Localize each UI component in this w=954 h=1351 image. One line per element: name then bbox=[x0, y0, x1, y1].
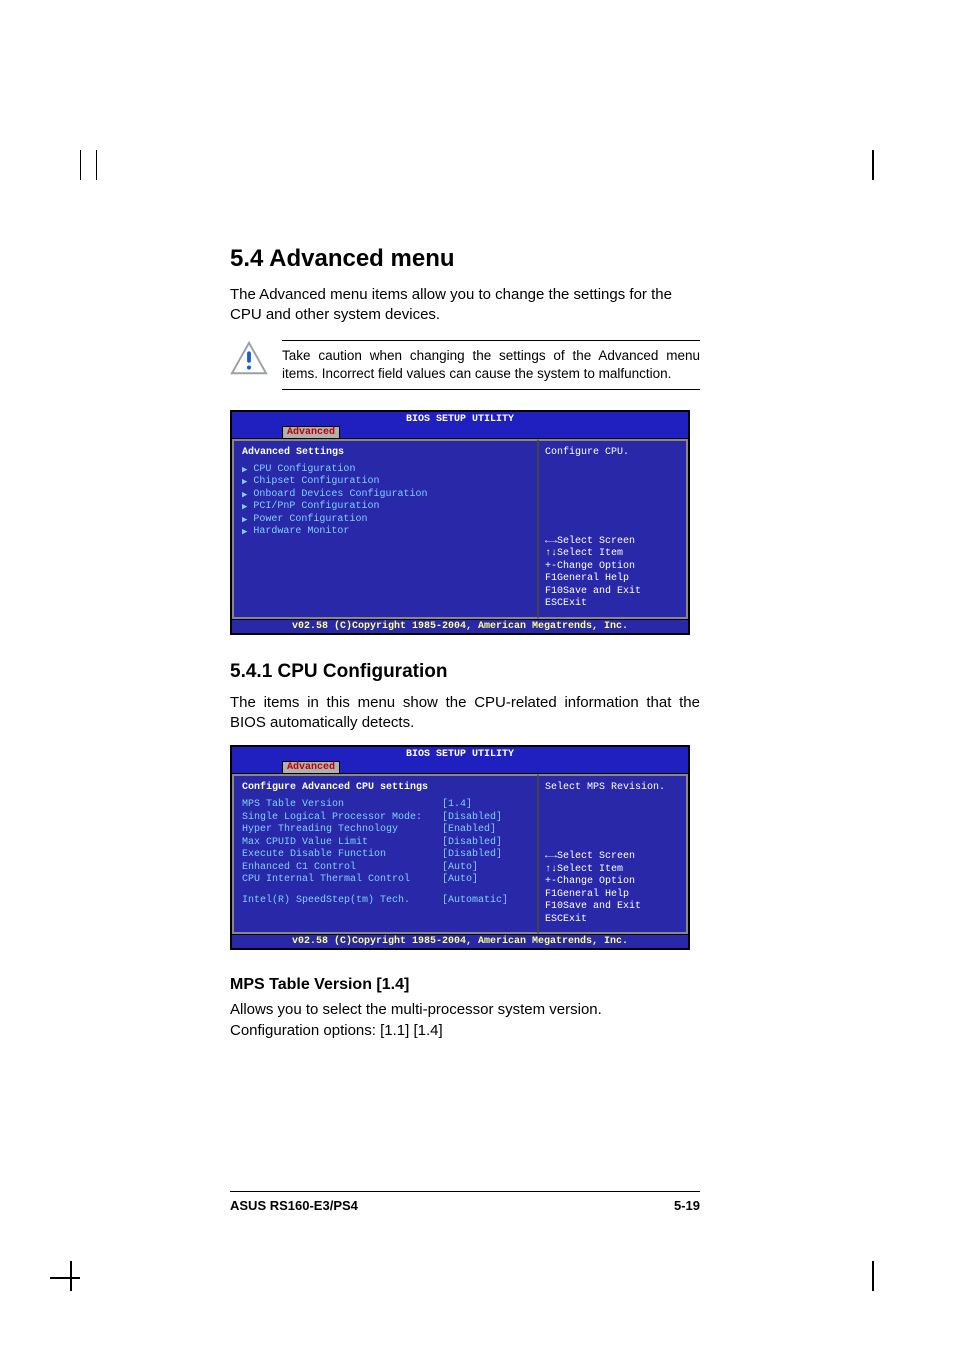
bios-menu-label: Hardware Monitor bbox=[253, 526, 349, 539]
bios-footer: v02.58 (C)Copyright 1985-2004, American … bbox=[232, 619, 688, 633]
bios-nav-row: F10 Save and Exit bbox=[545, 901, 680, 914]
bios-setting-row: Max CPUID Value Limit[Disabled] bbox=[242, 837, 529, 850]
bios-nav-row: ↑↓ Select Item bbox=[545, 548, 680, 561]
caution-text: Take caution when changing the settings … bbox=[282, 340, 700, 390]
bios-menu-item: ▶ Chipset Configuration bbox=[242, 476, 529, 489]
bios-menu-item: ▶ Power Configuration bbox=[242, 514, 529, 527]
bios-nav-hints: ←→ Select Screen ↑↓ Select Item +- Chang… bbox=[545, 536, 680, 611]
bios-body: Advanced Settings ▶ CPU Configuration ▶ Ch… bbox=[232, 438, 688, 619]
bios-screen-cpu-config: BIOS SETUP UTILITY Advanced Configure Ad… bbox=[230, 745, 690, 950]
bios-menu-label: Chipset Configuration bbox=[253, 476, 379, 489]
spacer bbox=[242, 887, 529, 895]
param-heading: MPS Table Version [1.4] bbox=[230, 976, 700, 994]
bios-titlebar: BIOS SETUP UTILITY Advanced bbox=[232, 747, 688, 773]
section-intro: The Advanced menu items allow you to cha… bbox=[230, 285, 700, 326]
bios-menu-label: Power Configuration bbox=[253, 514, 367, 527]
bios-setting-row: CPU Internal Thermal Control[Auto] bbox=[242, 874, 529, 887]
bios-screen-advanced: BIOS SETUP UTILITY Advanced Advanced Set… bbox=[230, 410, 690, 635]
bios-nav-row: ESC Exit bbox=[545, 598, 680, 611]
page: 5.4 Advanced menu The Advanced menu item… bbox=[0, 0, 954, 1351]
chevron-right-icon: ▶ bbox=[242, 502, 247, 513]
bios-tab-advanced: Advanced bbox=[282, 761, 340, 773]
crop-mark bbox=[80, 150, 81, 180]
footer-page-number: 5-19 bbox=[674, 1198, 700, 1213]
bios-panel-header: Advanced Settings bbox=[242, 447, 529, 458]
bios-nav-row: ←→ Select Screen bbox=[545, 536, 680, 549]
bios-setting-row: Single Logical Processor Mode:[Disabled] bbox=[242, 812, 529, 825]
bios-tab-advanced: Advanced bbox=[282, 426, 340, 438]
bios-nav-row: +- Change Option bbox=[545, 876, 680, 889]
bios-menu-label: PCI/PnP Configuration bbox=[253, 501, 379, 514]
crop-mark bbox=[96, 150, 97, 180]
bios-setting-row: MPS Table Version[1.4] bbox=[242, 799, 529, 812]
bios-body: Configure Advanced CPU settings MPS Tabl… bbox=[232, 773, 688, 934]
bios-setting-row: Enhanced C1 Control[Auto] bbox=[242, 862, 529, 875]
bios-panel-header: Configure Advanced CPU settings bbox=[242, 782, 529, 793]
bios-menu-item: ▶ Hardware Monitor bbox=[242, 526, 529, 539]
bios-menu-item: ▶ Onboard Devices Configuration bbox=[242, 489, 529, 502]
bios-titlebar: BIOS SETUP UTILITY Advanced bbox=[232, 412, 688, 438]
chevron-right-icon: ▶ bbox=[242, 527, 247, 538]
bios-title: BIOS SETUP UTILITY bbox=[232, 414, 688, 425]
bios-left-panel: Configure Advanced CPU settings MPS Tabl… bbox=[232, 774, 538, 934]
bios-footer: v02.58 (C)Copyright 1985-2004, American … bbox=[232, 934, 688, 948]
crop-mark bbox=[872, 1261, 874, 1291]
content-area: 5.4 Advanced menu The Advanced menu item… bbox=[230, 245, 700, 1041]
bios-setting-row: Execute Disable Function[Disabled] bbox=[242, 849, 529, 862]
bios-nav-row: ↑↓ Select Item bbox=[545, 864, 680, 877]
bios-setting-row: Intel(R) SpeedStep(tm) Tech.[Automatic] bbox=[242, 895, 529, 908]
bios-menu-label: CPU Configuration bbox=[253, 464, 355, 477]
bios-nav-row: F1 General Help bbox=[545, 889, 680, 902]
bios-menu-item: ▶ CPU Configuration bbox=[242, 464, 529, 477]
bios-left-panel: Advanced Settings ▶ CPU Configuration ▶ Ch… bbox=[232, 439, 538, 619]
page-footer: ASUS RS160-E3/PS4 5-19 bbox=[230, 1191, 700, 1213]
chevron-right-icon: ▶ bbox=[242, 465, 247, 476]
caution-icon bbox=[230, 340, 268, 378]
param-desc-line2: Configuration options: [1.1] [1.4] bbox=[230, 1021, 700, 1041]
bios-nav-row: F10 Save and Exit bbox=[545, 586, 680, 599]
crop-mark bbox=[70, 1261, 72, 1291]
chevron-right-icon: ▶ bbox=[242, 477, 247, 488]
bios-nav-row: ESC Exit bbox=[545, 914, 680, 927]
bios-nav-row: +- Change Option bbox=[545, 561, 680, 574]
bios-title: BIOS SETUP UTILITY bbox=[232, 749, 688, 760]
bios-setting-row: Hyper Threading Technology[Enabled] bbox=[242, 824, 529, 837]
bios-menu-label: Onboard Devices Configuration bbox=[253, 489, 427, 502]
caution-block: Take caution when changing the settings … bbox=[230, 340, 700, 390]
bios-help-text: Configure CPU. bbox=[545, 447, 680, 460]
bios-right-panel: Configure CPU. ←→ Select Screen ↑↓ Selec… bbox=[538, 439, 688, 619]
subsection-text: The items in this menu show the CPU-rela… bbox=[230, 693, 700, 734]
subsection-heading: 5.4.1 CPU Configuration bbox=[230, 661, 700, 683]
bios-nav-hints: ←→ Select Screen ↑↓ Select Item +- Chang… bbox=[545, 851, 680, 926]
crop-mark bbox=[50, 1277, 80, 1279]
bios-nav-row: F1 General Help bbox=[545, 573, 680, 586]
chevron-right-icon: ▶ bbox=[242, 490, 247, 501]
crop-mark bbox=[872, 150, 874, 180]
chevron-right-icon: ▶ bbox=[242, 515, 247, 526]
bios-nav-row: ←→ Select Screen bbox=[545, 851, 680, 864]
bios-menu-item: ▶ PCI/PnP Configuration bbox=[242, 501, 529, 514]
param-desc-line1: Allows you to select the multi-processor… bbox=[230, 1000, 700, 1020]
bios-right-panel: Select MPS Revision. ←→ Select Screen ↑↓… bbox=[538, 774, 688, 934]
section-heading: 5.4 Advanced menu bbox=[230, 245, 700, 273]
footer-product: ASUS RS160-E3/PS4 bbox=[230, 1198, 358, 1213]
bios-help-text: Select MPS Revision. bbox=[545, 782, 680, 795]
